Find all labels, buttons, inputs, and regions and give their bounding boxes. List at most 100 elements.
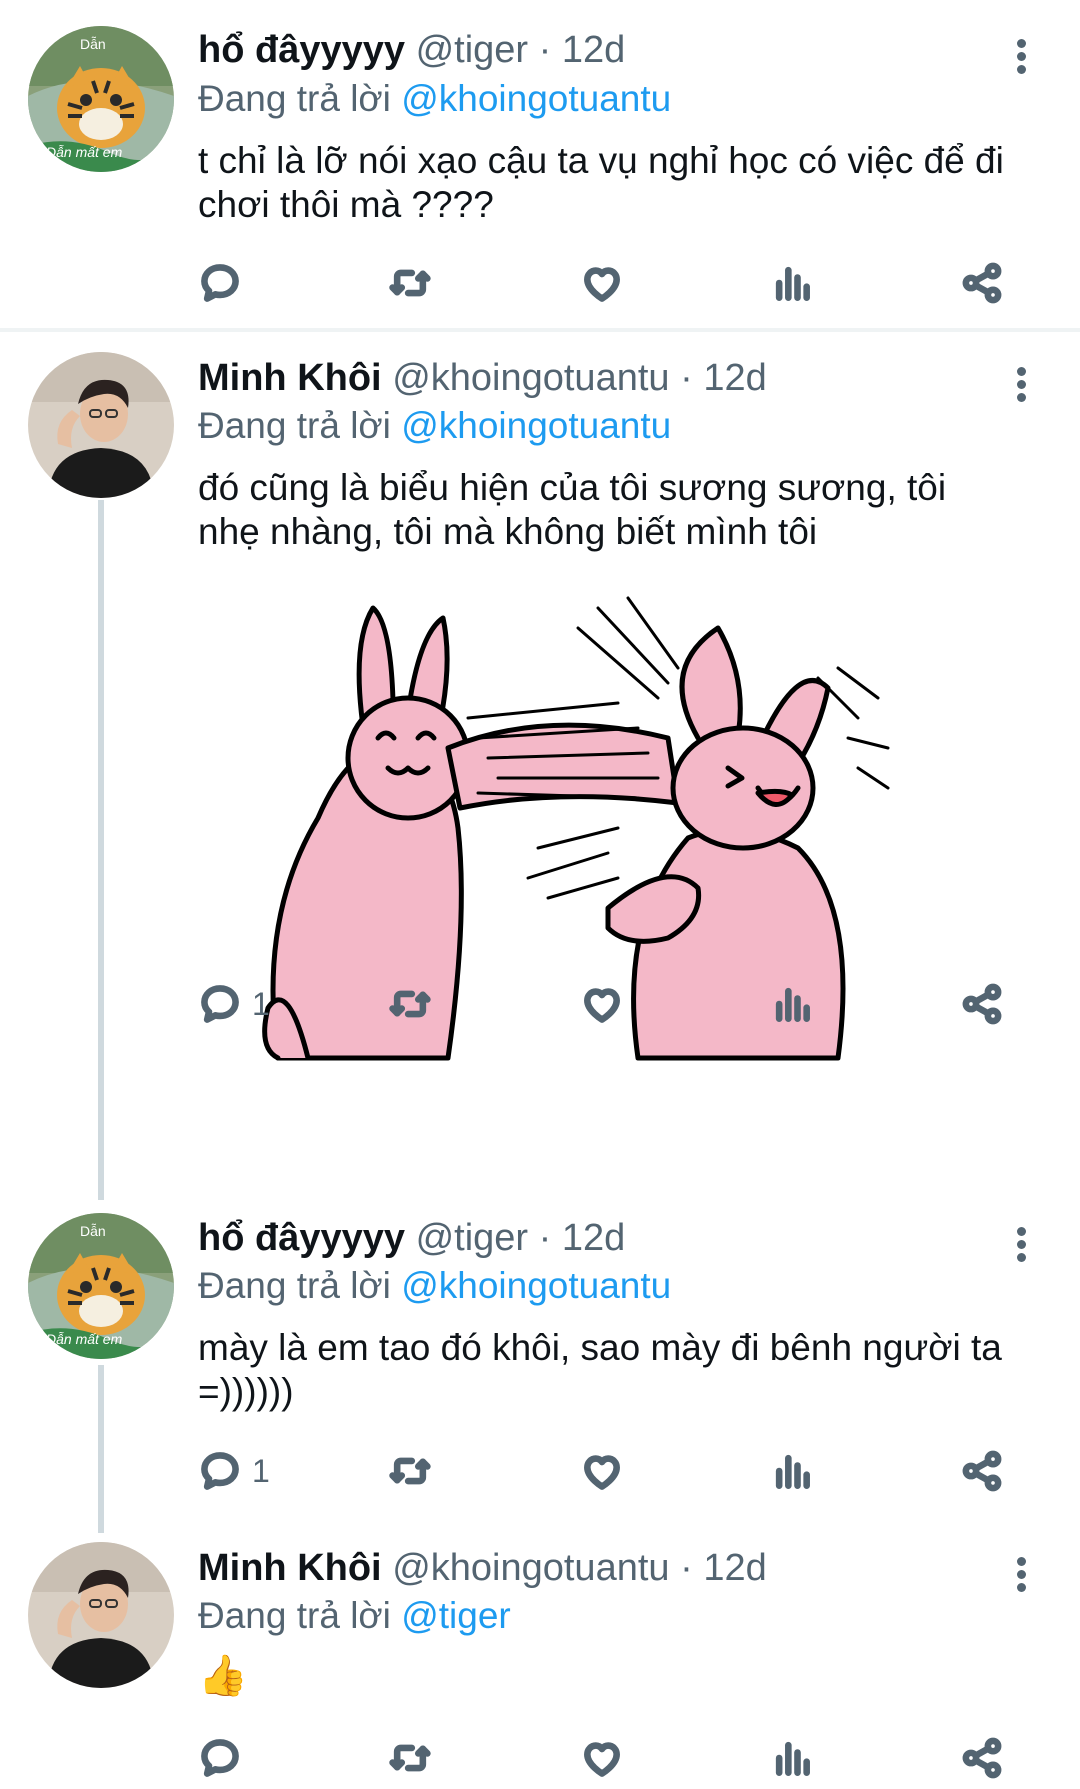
avatar-caption-top: Dẫn bbox=[80, 1223, 106, 1239]
tweet-header: Minh Khôi @khoingotuantu · 12d bbox=[198, 356, 767, 400]
reply-count: 1 bbox=[252, 1452, 270, 1489]
reply-button[interactable] bbox=[198, 255, 252, 311]
share-button[interactable] bbox=[960, 1443, 1004, 1499]
mention-link[interactable]: @khoingotuantu bbox=[401, 78, 671, 119]
action-bar bbox=[198, 1730, 1028, 1786]
retweet-button[interactable] bbox=[388, 976, 432, 1032]
reply-icon bbox=[198, 982, 242, 1026]
tweet-text: đó cũng là biểu hiện của tôi sương sương… bbox=[198, 467, 947, 552]
tweet-text: mày là em tao đó khôi, sao mày đi bênh n… bbox=[198, 1327, 1002, 1412]
replying-to: Đang trả lời @tiger bbox=[198, 1594, 511, 1638]
stats-icon bbox=[770, 982, 814, 1026]
share-button[interactable] bbox=[960, 255, 1004, 311]
timestamp[interactable]: 12d bbox=[703, 357, 766, 399]
action-bar: 1 bbox=[198, 976, 1028, 1032]
action-bar bbox=[198, 255, 1028, 311]
retweet-button[interactable] bbox=[388, 1730, 432, 1786]
retweet-button[interactable] bbox=[388, 1443, 432, 1499]
reply-button[interactable] bbox=[198, 1730, 252, 1786]
reply-button[interactable]: 1 bbox=[198, 1443, 270, 1499]
separator: · bbox=[680, 357, 693, 399]
mention-link[interactable]: @khoingotuantu bbox=[401, 1265, 671, 1306]
avatar[interactable]: Dẫn Dẫn mất em bbox=[28, 1213, 174, 1359]
heart-icon bbox=[580, 261, 624, 305]
avatar-caption-bottom: Dẫn mất em bbox=[46, 1331, 123, 1347]
tweet[interactable]: Dẫn Dẫn mất em hổ đâyyyyy @tiger · 12d Đ… bbox=[0, 0, 1080, 330]
stats-icon bbox=[770, 1736, 814, 1780]
share-button[interactable] bbox=[960, 976, 1004, 1032]
action-bar: 1 bbox=[198, 1443, 1028, 1499]
replying-to: Đang trả lời @khoingotuantu bbox=[198, 404, 671, 448]
reply-count: 1 bbox=[252, 985, 270, 1022]
reply-icon bbox=[198, 261, 242, 305]
retweet-icon bbox=[388, 1736, 432, 1780]
heart-icon bbox=[580, 982, 624, 1026]
user-handle[interactable]: @khoingotuantu bbox=[392, 1547, 669, 1589]
heart-icon bbox=[580, 1736, 624, 1780]
man-avatar-image bbox=[28, 352, 174, 498]
like-button[interactable] bbox=[580, 1730, 624, 1786]
display-name[interactable]: hổ đâyyyyy bbox=[198, 1217, 405, 1259]
reply-icon bbox=[198, 1736, 242, 1780]
mention-link[interactable]: @khoingotuantu bbox=[401, 405, 671, 446]
display-name[interactable]: Minh Khôi bbox=[198, 1547, 382, 1589]
more-options-icon[interactable] bbox=[1006, 1224, 1036, 1280]
separator: · bbox=[538, 1217, 552, 1259]
tweet-header: hổ đâyyyyy @tiger · 12d bbox=[198, 28, 625, 72]
reply-icon bbox=[198, 1449, 242, 1493]
stats-icon bbox=[770, 261, 814, 305]
retweet-icon bbox=[388, 1449, 432, 1493]
mention-link[interactable]: @tiger bbox=[401, 1595, 511, 1636]
tweet[interactable]: Minh Khôi @khoingotuantu · 12d Đang trả … bbox=[0, 1520, 1080, 1789]
tweet[interactable]: Minh Khôi @khoingotuantu · 12d Đang trả … bbox=[0, 332, 1080, 1202]
replying-prefix: Đang trả lời bbox=[198, 405, 391, 446]
separator: · bbox=[538, 29, 552, 71]
heart-icon bbox=[580, 1449, 624, 1493]
avatar[interactable]: Dẫn Dẫn mất em bbox=[28, 26, 174, 172]
man-avatar-image bbox=[28, 1542, 174, 1688]
share-icon bbox=[960, 982, 1004, 1026]
retweet-button[interactable] bbox=[388, 255, 432, 311]
analytics-button[interactable] bbox=[770, 1730, 814, 1786]
replying-to: Đang trả lời @khoingotuantu bbox=[198, 77, 671, 121]
more-options-icon[interactable] bbox=[1006, 1554, 1036, 1610]
avatar-caption-bottom: Dẫn mất em bbox=[46, 144, 123, 160]
tweet[interactable]: Dẫn Dẫn mất em hổ đâyyyyy @tiger · 12d Đ… bbox=[0, 1190, 1080, 1520]
tweet-text: 👍 bbox=[198, 1654, 248, 1698]
tweet-header: Minh Khôi @khoingotuantu · 12d bbox=[198, 1546, 767, 1590]
analytics-button[interactable] bbox=[770, 976, 814, 1032]
more-options-icon[interactable] bbox=[1006, 36, 1036, 92]
analytics-button[interactable] bbox=[770, 255, 814, 311]
replying-prefix: Đang trả lời bbox=[198, 1265, 391, 1306]
stats-icon bbox=[770, 1449, 814, 1493]
user-handle[interactable]: @tiger bbox=[416, 1217, 529, 1259]
user-handle[interactable]: @tiger bbox=[416, 29, 529, 71]
analytics-button[interactable] bbox=[770, 1443, 814, 1499]
display-name[interactable]: hổ đâyyyyy bbox=[198, 29, 405, 71]
timestamp[interactable]: 12d bbox=[562, 29, 625, 71]
like-button[interactable] bbox=[580, 976, 624, 1032]
replying-prefix: Đang trả lời bbox=[198, 1595, 391, 1636]
tweet-text: t chỉ là lỡ nói xạo cậu ta vụ nghỉ học c… bbox=[198, 140, 1004, 225]
share-button[interactable] bbox=[960, 1730, 1004, 1786]
replying-to: Đang trả lời @khoingotuantu bbox=[198, 1264, 671, 1308]
display-name[interactable]: Minh Khôi bbox=[198, 357, 382, 399]
separator: · bbox=[680, 1547, 693, 1589]
tweet-header: hổ đâyyyyy @tiger · 12d bbox=[198, 1216, 625, 1260]
timestamp[interactable]: 12d bbox=[562, 1217, 625, 1259]
more-options-icon[interactable] bbox=[1006, 364, 1036, 420]
timestamp[interactable]: 12d bbox=[703, 1547, 766, 1589]
user-handle[interactable]: @khoingotuantu bbox=[392, 357, 669, 399]
replying-prefix: Đang trả lời bbox=[198, 78, 391, 119]
retweet-icon bbox=[388, 982, 432, 1026]
avatar[interactable] bbox=[28, 352, 174, 498]
retweet-icon bbox=[388, 261, 432, 305]
like-button[interactable] bbox=[580, 255, 624, 311]
share-icon bbox=[960, 1449, 1004, 1493]
avatar-caption-top: Dẫn bbox=[80, 36, 106, 52]
share-icon bbox=[960, 261, 1004, 305]
like-button[interactable] bbox=[580, 1443, 624, 1499]
avatar[interactable] bbox=[28, 1542, 174, 1688]
share-icon bbox=[960, 1736, 1004, 1780]
reply-button[interactable]: 1 bbox=[198, 976, 270, 1032]
